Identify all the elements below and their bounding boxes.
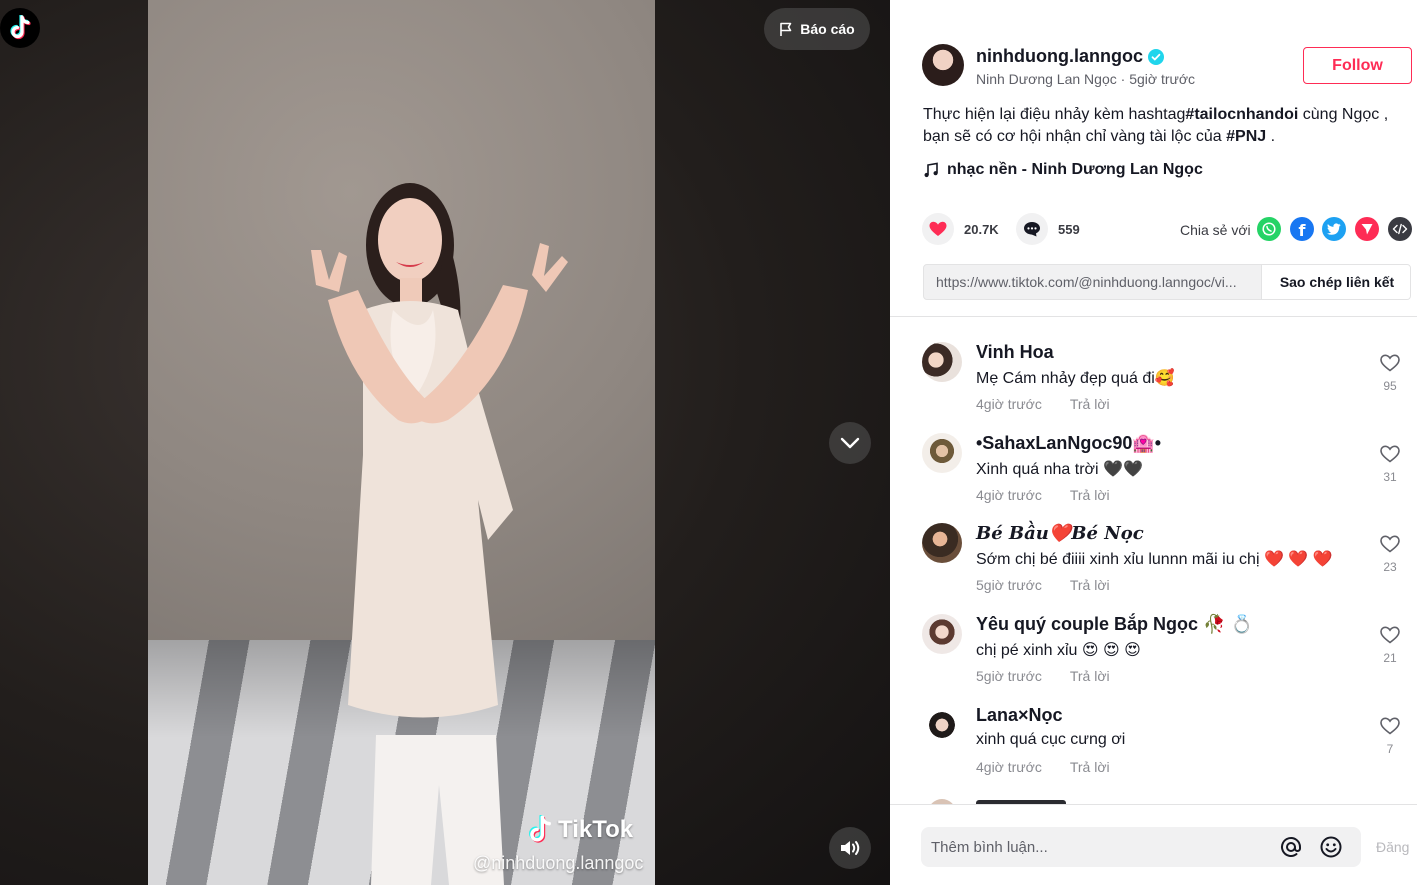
post-time: 5giờ trước	[1129, 71, 1196, 87]
commenter-name[interactable]: Vinh Hoa	[976, 342, 1054, 363]
comment-like[interactable]: 31	[1374, 445, 1406, 484]
music-link[interactable]: nhạc nền - Ninh Dương Lan Ngọc	[923, 161, 1203, 179]
share-send-icon[interactable]	[1355, 217, 1379, 241]
commenter-name[interactable]: Lana×Nọc	[976, 705, 1063, 726]
twitter-icon[interactable]	[1322, 217, 1346, 241]
mention-at-icon[interactable]	[1279, 835, 1303, 859]
author-avatar[interactable]	[922, 44, 964, 86]
embed-code-icon[interactable]	[1388, 217, 1412, 241]
video-frame[interactable]	[148, 0, 655, 885]
comment-list[interactable]: Vinh Hoa Mẹ Cám nhảy đẹp quá đi🥰 4giờ tr…	[890, 317, 1417, 804]
verified-badge-icon	[1147, 48, 1164, 65]
reply-button[interactable]: Trả lời	[1070, 668, 1110, 684]
whatsapp-icon[interactable]	[1257, 217, 1281, 241]
tiktok-logo-icon[interactable]	[0, 8, 40, 48]
comment-like[interactable]: 21	[1374, 626, 1406, 665]
reply-button[interactable]: Trả lời	[1070, 577, 1110, 593]
comment-time: 4giờ trước	[976, 759, 1042, 775]
comment-time: 4giờ trước	[976, 487, 1042, 503]
comment-count: 559	[1058, 221, 1080, 237]
report-button[interactable]: Báo cáo	[764, 8, 870, 50]
comment-bubble-icon	[1024, 222, 1040, 237]
comment-input-wrapper	[921, 827, 1361, 867]
share-label: Chia sẻ với	[1180, 222, 1251, 238]
speaker-icon	[841, 841, 860, 855]
comment-item: 𝑩𝒆́ 𝑩𝒂̂̀𝒖❤️𝑩𝒆́ 𝑵𝒐̣𝒄 Sớm chị bé điiii xin…	[890, 523, 1417, 613]
dancer-figure	[311, 183, 568, 885]
comment-text: Xinh quá nha trời 🖤🖤	[976, 461, 1143, 478]
facebook-icon[interactable]: f	[1290, 217, 1314, 241]
flag-icon	[780, 22, 792, 36]
author-subline: Ninh Dương Lan Ngọc · 5giờ trước	[976, 71, 1196, 87]
commenter-avatar[interactable]	[922, 523, 962, 563]
comment-like-count: 21	[1383, 651, 1397, 665]
author-username-link[interactable]: ninhduong.lanngoc	[976, 46, 1164, 67]
copy-link-box: https://www.tiktok.com/@ninhduong.lanngo…	[923, 264, 1411, 300]
action-bar: 20.7K 559 Chia sẻ với f	[922, 213, 1412, 247]
comment-like-count: 7	[1386, 742, 1394, 756]
reply-button[interactable]: Trả lời	[1070, 396, 1110, 412]
heart-outline-icon	[1380, 445, 1400, 463]
author-display-name: Ninh Dương Lan Ngọc	[976, 71, 1117, 87]
next-video-button[interactable]	[829, 422, 871, 464]
post-comment-button[interactable]: Đăng	[1376, 839, 1409, 855]
music-note-icon	[924, 162, 938, 178]
comment-time: 4giờ trước	[976, 396, 1042, 412]
like-action[interactable]: 20.7K	[922, 213, 999, 245]
comment-item: Yêu quý couple Bắp Ngọc 🥀 💍 chị pé xinh …	[890, 614, 1417, 704]
like-count: 20.7K	[964, 221, 999, 237]
comment-item: Vinh Hoa Mẹ Cám nhảy đẹp quá đi🥰 4giờ tr…	[890, 342, 1417, 432]
commenter-name[interactable]: 𝑩𝒆́ 𝑩𝒂̂̀𝒖❤️𝑩𝒆́ 𝑵𝒐̣𝒄	[976, 523, 1144, 544]
tiktok-watermark: TikTok	[526, 815, 633, 845]
comment-action[interactable]: 559	[1016, 213, 1080, 245]
next-comment-peek	[922, 795, 1066, 804]
comment-text: Mẹ Cám nhảy đẹp quá đi🥰	[976, 370, 1175, 387]
comment-composer: Đăng	[890, 804, 1417, 885]
video-player-area: Báo cáo TikTok @ninhduong.lanngoc	[0, 0, 890, 885]
volume-button[interactable]	[829, 827, 871, 869]
reply-button[interactable]: Trả lời	[1070, 759, 1110, 775]
comment-like[interactable]: 95	[1374, 354, 1406, 393]
heart-outline-icon	[1380, 354, 1400, 372]
comment-like[interactable]: 23	[1374, 535, 1406, 574]
video-description: Thực hiện lại điệu nhảy kèm hashtag#tail…	[923, 106, 1389, 145]
comment-time: 5giờ trước	[976, 577, 1042, 593]
hashtag-link[interactable]: #tailocnhandoi	[1185, 106, 1298, 123]
emoji-icon[interactable]	[1319, 835, 1343, 859]
comment-like[interactable]: 7	[1374, 717, 1406, 756]
commenter-avatar[interactable]	[922, 614, 962, 654]
commenter-avatar[interactable]	[922, 705, 962, 745]
follow-button[interactable]: Follow	[1303, 47, 1412, 84]
comment-like-count: 23	[1383, 560, 1397, 574]
commenter-name[interactable]: Yêu quý couple Bắp Ngọc 🥀 💍	[976, 614, 1253, 635]
watermark-brand-text: TikTok	[558, 816, 634, 843]
comment-like-count: 95	[1383, 379, 1397, 393]
music-title: nhạc nền - Ninh Dương Lan Ngọc	[947, 161, 1203, 178]
watermark-username: @ninhduong.lanngoc	[473, 853, 644, 873]
comment-text: chị pé xinh xỉu 😍 😍 😍	[976, 642, 1141, 659]
comment-like-count: 31	[1383, 470, 1397, 484]
comment-text: Sớm chị bé điiii xinh xỉu lunnn mãi iu c…	[976, 551, 1333, 568]
video-link-url[interactable]: https://www.tiktok.com/@ninhduong.lanngo…	[936, 274, 1258, 290]
heart-outline-icon	[1380, 626, 1400, 644]
comment-item: •SahaxLanNgoc90🏩• Xinh quá nha trời 🖤🖤 4…	[890, 433, 1417, 523]
heart-outline-icon	[1380, 535, 1400, 553]
chevron-down-icon	[840, 437, 860, 449]
heart-outline-icon	[1380, 717, 1400, 735]
details-panel: ninhduong.lanngoc Ninh Dương Lan Ngọc · …	[890, 0, 1417, 885]
commenter-avatar[interactable]	[922, 433, 962, 473]
heart-icon	[929, 221, 947, 236]
comment-time: 5giờ trước	[976, 668, 1042, 684]
copy-link-button[interactable]: Sao chép liên kết	[1261, 265, 1410, 299]
commenter-avatar[interactable]	[922, 342, 962, 382]
comment-input[interactable]	[931, 827, 1271, 867]
comment-item: Lana×Nọc xinh quá cục cưng ơi 4giờ trước…	[890, 705, 1417, 795]
tiktok-note-icon	[529, 815, 551, 843]
hashtag-link[interactable]: #PNJ	[1226, 128, 1266, 145]
author-username: ninhduong.lanngoc	[976, 46, 1143, 66]
report-label: Báo cáo	[800, 21, 855, 37]
reply-button[interactable]: Trả lời	[1070, 487, 1110, 503]
commenter-name[interactable]: •SahaxLanNgoc90🏩•	[976, 433, 1161, 454]
comment-text: xinh quá cục cưng ơi	[976, 731, 1126, 748]
